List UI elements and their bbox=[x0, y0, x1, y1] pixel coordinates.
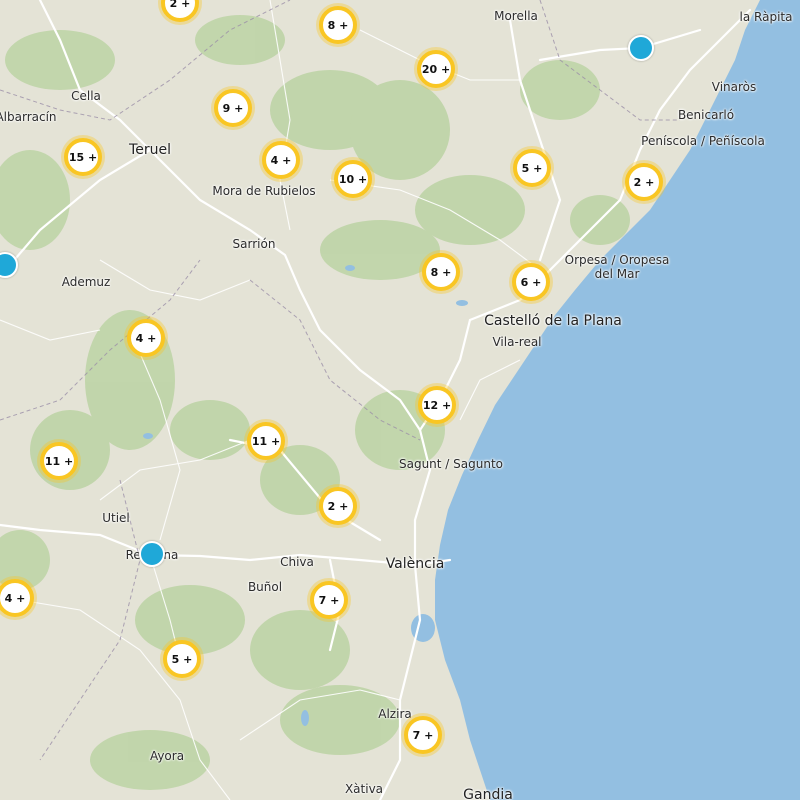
place-label-chiva: Chiva bbox=[280, 555, 314, 570]
map-view[interactable]: Morella la Ràpita Vinaròs Benicarló Pení… bbox=[0, 0, 800, 800]
cluster-marker[interactable]: 2 + bbox=[319, 487, 357, 525]
place-label-orpesa: Orpesa / Oropesa del Mar bbox=[564, 253, 670, 281]
cluster-marker[interactable]: 15 + bbox=[64, 138, 102, 176]
place-label-ayora: Ayora bbox=[149, 749, 185, 764]
cluster-marker[interactable]: 8 + bbox=[422, 253, 460, 291]
place-label-ademuz: Ademuz bbox=[61, 275, 111, 290]
place-label-bunol: Buñol bbox=[247, 580, 283, 595]
place-label-utiel: Utiel bbox=[102, 511, 130, 526]
place-label-mora-de-rubielos: Mora de Rubielos bbox=[212, 184, 316, 199]
place-label-la-rapita: la Ràpita bbox=[739, 10, 793, 25]
cluster-marker[interactable]: 5 + bbox=[513, 149, 551, 187]
cluster-marker[interactable]: 9 + bbox=[214, 89, 252, 127]
place-label-albarracin: Albarracín bbox=[0, 110, 57, 125]
cluster-marker[interactable]: 6 + bbox=[512, 263, 550, 301]
place-label-peniscola: Peníscola / Peñíscola bbox=[641, 134, 765, 149]
cluster-marker[interactable]: 5 + bbox=[163, 640, 201, 678]
place-label-alzira: Alzira bbox=[378, 707, 412, 722]
place-label-cella: Cella bbox=[71, 89, 101, 104]
cluster-marker[interactable]: 12 + bbox=[418, 386, 456, 424]
cluster-marker[interactable]: 2 + bbox=[625, 163, 663, 201]
cluster-marker[interactable]: 8 + bbox=[319, 6, 357, 44]
place-label-sarrion: Sarrión bbox=[232, 237, 276, 252]
cluster-marker[interactable]: 20 + bbox=[417, 50, 455, 88]
place-label-valencia: València bbox=[385, 555, 445, 572]
place-label-sagunt: Sagunt / Sagunto bbox=[398, 457, 504, 472]
place-label-teruel: Teruel bbox=[129, 141, 171, 158]
cluster-marker[interactable]: 11 + bbox=[247, 422, 285, 460]
place-label-xativa: Xàtiva bbox=[344, 782, 384, 797]
place-label-vila-real: Vila-real bbox=[492, 335, 542, 350]
location-marker[interactable] bbox=[628, 35, 654, 61]
cluster-marker[interactable]: 7 + bbox=[310, 581, 348, 619]
location-marker[interactable] bbox=[139, 541, 165, 567]
place-label-morella: Morella bbox=[494, 9, 538, 24]
place-label-vinaros: Vinaròs bbox=[711, 80, 757, 95]
cluster-marker[interactable]: 4 + bbox=[127, 319, 165, 357]
place-label-gandia: Gandia bbox=[463, 786, 513, 800]
cluster-marker[interactable]: 10 + bbox=[334, 160, 372, 198]
cluster-marker[interactable]: 11 + bbox=[40, 442, 78, 480]
place-label-castello: Castelló de la Plana bbox=[484, 312, 622, 329]
place-label-benicarlo: Benicarló bbox=[677, 108, 735, 123]
cluster-marker[interactable]: 4 + bbox=[262, 141, 300, 179]
cluster-marker[interactable]: 7 + bbox=[404, 716, 442, 754]
